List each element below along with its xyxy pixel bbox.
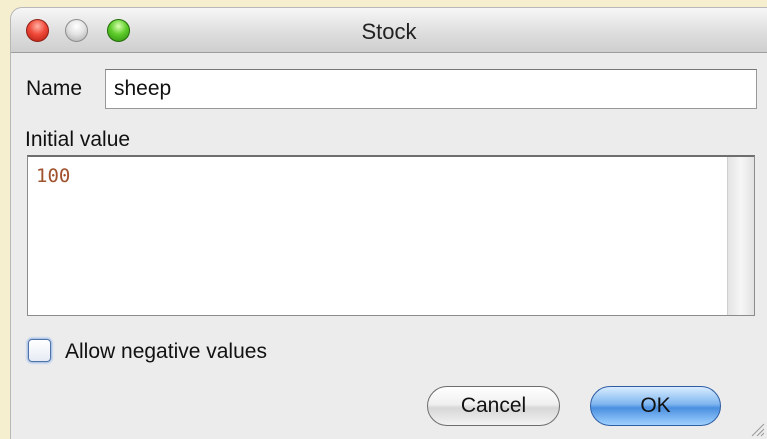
stock-dialog: Stock Name Initial value 100 Allow negat… xyxy=(11,8,767,439)
cancel-button[interactable]: Cancel xyxy=(427,386,560,426)
vertical-scrollbar[interactable] xyxy=(727,157,754,315)
name-field[interactable] xyxy=(105,69,757,109)
allow-negative-checkbox[interactable] xyxy=(28,339,51,362)
window-title: Stock xyxy=(361,19,417,44)
initial-value-textarea[interactable]: 100 xyxy=(28,157,725,315)
page-background: Stock Name Initial value 100 Allow negat… xyxy=(0,0,767,439)
title-bar[interactable]: Stock xyxy=(11,8,767,53)
initial-value-label: Initial value xyxy=(25,128,131,151)
resize-grip-icon[interactable] xyxy=(749,421,765,437)
name-label: Name xyxy=(26,77,83,100)
allow-negative-label[interactable]: Allow negative values xyxy=(65,340,267,364)
initial-value-container: 100 xyxy=(27,155,755,316)
ok-button[interactable]: OK xyxy=(590,386,721,426)
